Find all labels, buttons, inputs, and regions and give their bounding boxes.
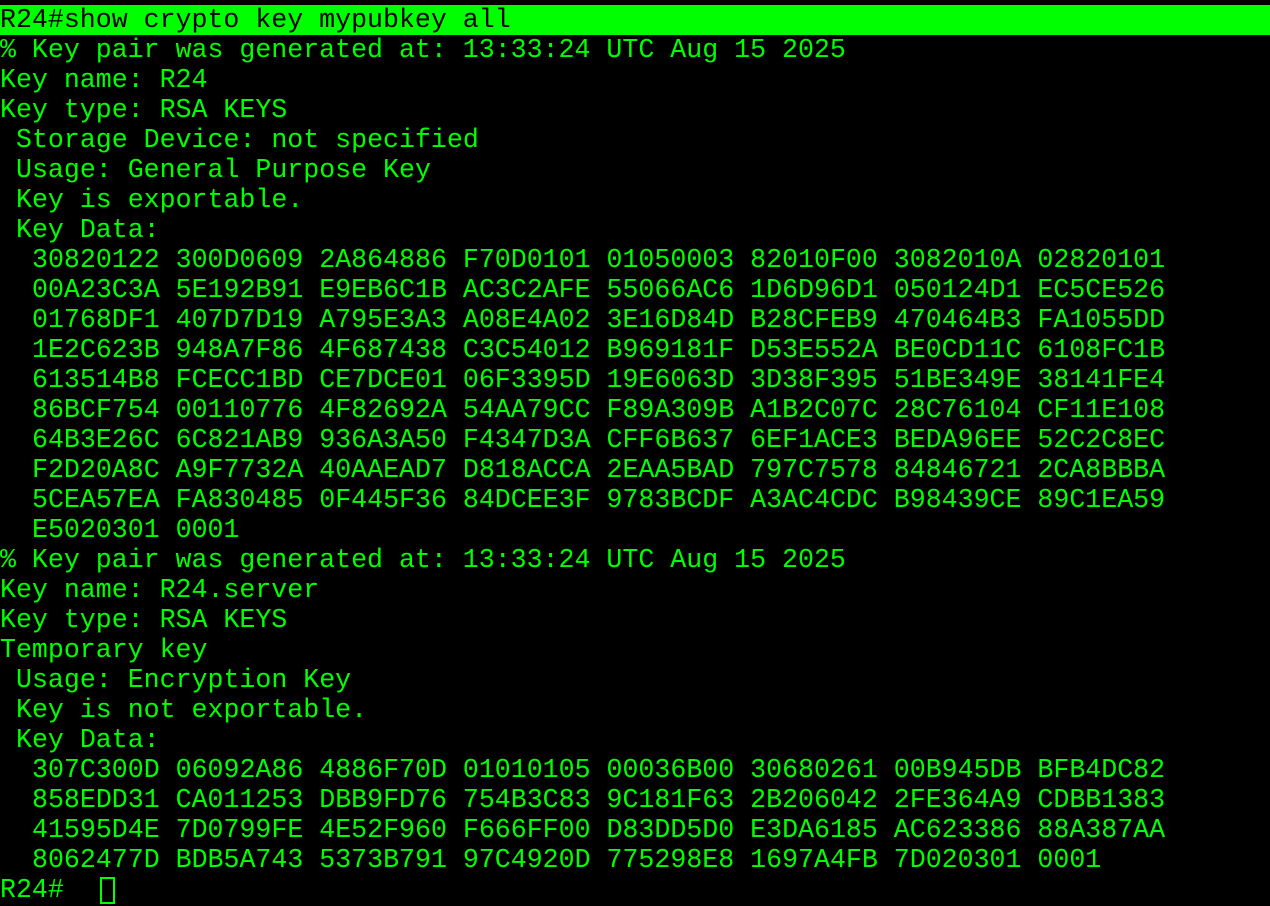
- command-line: R24#show crypto key mypubkey all: [0, 5, 1270, 35]
- key2-usage: Usage: Encryption Key: [16, 665, 352, 695]
- key1-data-line: 64B3E26C 6C821AB9 936A3A50 F4347D3A CFF6…: [32, 425, 1166, 455]
- key1-name: Key name: R24: [0, 65, 208, 95]
- key2-exportable: Key is not exportable.: [16, 695, 368, 725]
- key1-data-line: 01768DF1 407D7D19 A795E3A3 A08E4A02 3E16…: [32, 305, 1166, 335]
- prompt-line[interactable]: R24#: [0, 875, 1270, 905]
- key2-data-label: Key Data:: [16, 725, 160, 755]
- key1-data-line: 30820122 300D0609 2A864886 F70D0101 0105…: [32, 245, 1166, 275]
- key1-data-line: 00A23C3A 5E192B91 E9EB6C1B AC3C2AFE 5506…: [32, 275, 1166, 305]
- key2-temporary: Temporary key: [0, 635, 208, 665]
- key1-type: Key type: RSA KEYS: [0, 95, 288, 125]
- key2-data-line: 8062477D BDB5A743 5373B791 97C4920D 7752…: [32, 845, 1102, 875]
- key2-data-line: 41595D4E 7D0799FE 4E52F960 F666FF00 D83D…: [32, 815, 1166, 845]
- key1-data-line: 5CEA57EA FA830485 0F445F36 84DCEE3F 9783…: [32, 485, 1166, 515]
- prompt: R24#: [0, 875, 64, 905]
- key1-data-label: Key Data:: [16, 215, 160, 245]
- text-cursor[interactable]: [99, 877, 115, 904]
- key1-data-line: 613514B8 FCECC1BD CE7DCE01 06F3395D 19E6…: [32, 365, 1166, 395]
- key1-data-line: F2D20A8C A9F7732A 40AAEAD7 D818ACCA 2EAA…: [32, 455, 1166, 485]
- key2-name: Key name: R24.server: [0, 575, 320, 605]
- key1-usage: Usage: General Purpose Key: [16, 155, 431, 185]
- terminal-window[interactable]: R24#show crypto key mypubkey all % Key p…: [0, 0, 1270, 906]
- key2-type: Key type: RSA KEYS: [0, 605, 288, 635]
- key1-data-line: E5020301 0001: [32, 515, 240, 545]
- key2-data-line: 307C300D 06092A86 4886F70D 01010105 0003…: [32, 755, 1166, 785]
- key2-generated: % Key pair was generated at: 13:33:24 UT…: [0, 545, 846, 575]
- key1-generated: % Key pair was generated at: 13:33:24 UT…: [0, 35, 846, 65]
- key1-storage: Storage Device: not specified: [16, 125, 479, 155]
- key1-exportable: Key is exportable.: [16, 185, 304, 215]
- key1-data-line: 86BCF754 00110776 4F82692A 54AA79CC F89A…: [32, 395, 1166, 425]
- key2-data-line: 858EDD31 CA011253 DBB9FD76 754B3C83 9C18…: [32, 785, 1166, 815]
- key1-data-line: 1E2C623B 948A7F86 4F687438 C3C54012 B969…: [32, 335, 1166, 365]
